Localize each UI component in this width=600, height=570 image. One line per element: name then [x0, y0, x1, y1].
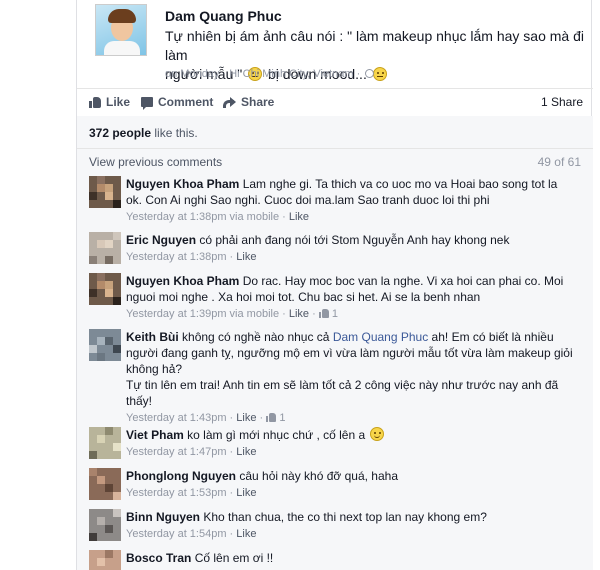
comment-text: ko làm gì mới nhục chứ , cố lên a — [187, 428, 366, 442]
share-arrow-icon — [223, 97, 236, 108]
comment-timestamp[interactable]: Yesterday at 1:38pm via mobile — [126, 211, 279, 223]
comment-meta: Yesterday at 1:38pm · Like — [126, 251, 257, 263]
post-actions-bar: Like Comment Share 1 Share — [89, 95, 583, 111]
comment-like-count[interactable]: 1 — [279, 412, 285, 424]
comment-like-link[interactable]: Like — [236, 528, 256, 540]
commenter-avatar[interactable] — [89, 427, 121, 459]
comment-text: không có nghề nào nhục cả — [182, 330, 330, 344]
commenter-avatar[interactable] — [89, 176, 121, 208]
frown-emoji-icon — [372, 67, 387, 81]
comment-like-link[interactable]: Like — [236, 251, 256, 263]
thumbs-up-icon — [89, 96, 101, 108]
comment-author[interactable]: Keith Bùi — [126, 330, 179, 344]
comment-meta: Yesterday at 1:53pm · Like — [126, 487, 257, 499]
commenter-avatar[interactable] — [89, 232, 121, 264]
comment-meta: Yesterday at 1:47pm · Like — [126, 446, 257, 458]
comment-timestamp[interactable]: Yesterday at 1:47pm — [126, 446, 227, 458]
commenter-avatar[interactable] — [89, 550, 121, 570]
post-author-name[interactable]: Dam Quang Phuc — [165, 8, 282, 24]
comment-icon — [141, 97, 153, 110]
commenter-avatar[interactable] — [89, 509, 121, 541]
comment-like-link[interactable]: Like — [236, 446, 256, 458]
comment-text: câu hỏi này khó đỡ quá, haha — [239, 469, 398, 483]
post-timestamp[interactable]: on Monday — [165, 68, 219, 80]
smile-emoji-icon — [370, 427, 385, 441]
comment-text: Cố lên em ơi !! — [194, 551, 274, 565]
post-text-line1: Tự nhiên bị ám ảnh câu nói : " làm makeu… — [165, 28, 585, 63]
likes-count-link[interactable]: 372 people — [89, 126, 151, 140]
globe-icon[interactable] — [365, 69, 375, 78]
comment-author[interactable]: Eric Nguyen — [126, 233, 196, 247]
post-meta: on Monday · Hi Chi Minh City, Vietnam · — [165, 68, 375, 80]
comment-meta: Yesterday at 1:38pm via mobile · Like — [126, 211, 310, 223]
comment-button[interactable]: Comment — [141, 95, 213, 110]
commenter-avatar[interactable] — [89, 273, 121, 305]
comment-like-link[interactable]: Like — [289, 211, 309, 223]
comment-author[interactable]: Bosco Tran — [126, 551, 191, 565]
divider — [77, 88, 593, 89]
comment-author[interactable]: Binn Nguyen — [126, 510, 200, 524]
post-card: Dam Quang Phuc Tự nhiên bị ám ảnh câu nó… — [76, 0, 593, 570]
comment-text: có phải anh đang nói tới Stom Nguyễn Anh… — [199, 233, 510, 247]
like-button[interactable]: Like — [89, 95, 130, 109]
comment-like-count[interactable]: 1 — [332, 308, 338, 320]
likes-summary: 372 people like this. — [89, 126, 198, 140]
post-location[interactable]: Hi Chi Minh City, Vietnam — [229, 68, 353, 80]
comment-text: Tự tin lên em trai! Anh tin em sẽ làm tố… — [126, 378, 559, 408]
post-author-avatar[interactable] — [95, 4, 147, 56]
thumbs-up-icon — [318, 309, 329, 318]
comment-author[interactable]: Viet Pham — [126, 428, 184, 442]
commenter-avatar[interactable] — [89, 468, 121, 500]
thumbs-up-icon — [266, 413, 277, 422]
comment-meta: Yesterday at 1:43pm · Like · 1 — [126, 412, 286, 424]
comment-meta: Yesterday at 1:39pm via mobile · Like · … — [126, 308, 339, 320]
comment-author[interactable]: Phonglong Nguyen — [126, 469, 236, 483]
comments-pager: 49 of 61 — [537, 155, 581, 169]
share-count[interactable]: 1 Share — [541, 95, 583, 109]
view-previous-comments-link[interactable]: View previous comments — [89, 155, 222, 169]
comment-like-link[interactable]: Like — [236, 487, 256, 499]
comment-like-link[interactable]: Like — [289, 308, 309, 320]
comment-author[interactable]: Nguyen Khoa Pham — [126, 274, 239, 288]
comment-meta: Yesterday at 1:54pm · Like — [126, 528, 257, 540]
share-button[interactable]: Share — [223, 95, 274, 109]
comments-section: 372 people like this. View previous comm… — [77, 116, 593, 570]
comment-timestamp[interactable]: Yesterday at 1:53pm — [126, 487, 227, 499]
comment-text: Kho than chua, the co thi next top lan n… — [203, 510, 487, 524]
comment-timestamp[interactable]: Yesterday at 1:54pm — [126, 528, 227, 540]
commenter-avatar[interactable] — [89, 329, 121, 361]
comment-timestamp[interactable]: Yesterday at 1:39pm via mobile — [126, 308, 279, 320]
comment-author[interactable]: Nguyen Khoa Pham — [126, 177, 239, 191]
comment-timestamp[interactable]: Yesterday at 1:38pm — [126, 251, 227, 263]
comment-like-link[interactable]: Like — [236, 412, 256, 424]
mention-link[interactable]: Dam Quang Phuc — [333, 330, 428, 344]
comment-timestamp[interactable]: Yesterday at 1:43pm — [126, 412, 227, 424]
